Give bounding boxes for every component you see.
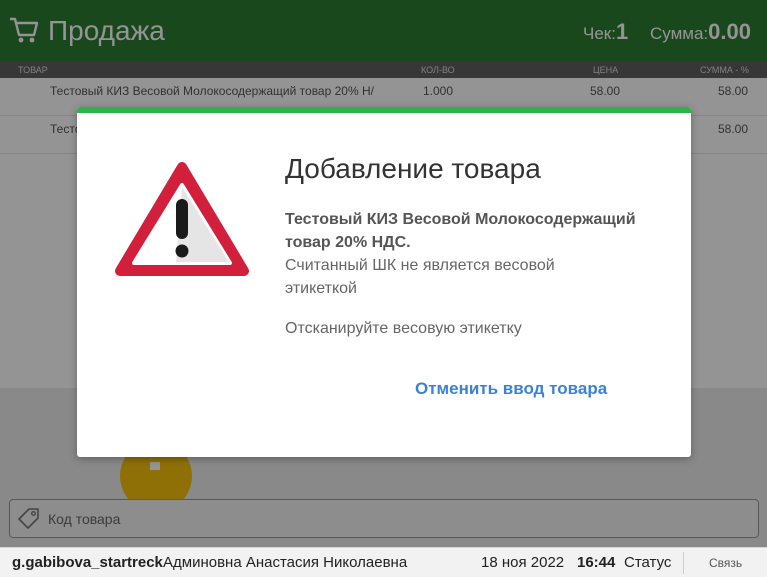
dialog-title: Добавление товара xyxy=(285,153,541,184)
dialog-product-name: Тестовый КИЗ Весовой Молокосодержащий то… xyxy=(285,211,636,251)
dialog-accent-bar xyxy=(77,107,691,113)
cashier-name: Админовна Анастасия Николаевна xyxy=(163,554,408,571)
connection-button[interactable]: Связь xyxy=(709,548,742,577)
cancel-item-button[interactable]: Отменить ввод товара xyxy=(415,379,607,399)
divider xyxy=(683,552,684,574)
add-item-dialog: Добавление товара Тестовый КИЗ Весовой М… xyxy=(77,107,691,457)
status-button[interactable]: Статус xyxy=(624,548,671,577)
warning-icon xyxy=(115,162,249,276)
dialog-hint: Отсканируйте весовую этикетку xyxy=(285,320,522,337)
current-time: 16:44 xyxy=(577,554,616,571)
cashier-login: g.gabibova_startreck xyxy=(12,554,163,571)
dialog-error-message: Считанный ШК не является весовой этикетк… xyxy=(285,257,555,297)
current-date: 18 ноя 2022 xyxy=(481,554,565,571)
status-bar: g.gabibova_startreck Админовна Анастасия… xyxy=(0,547,767,577)
